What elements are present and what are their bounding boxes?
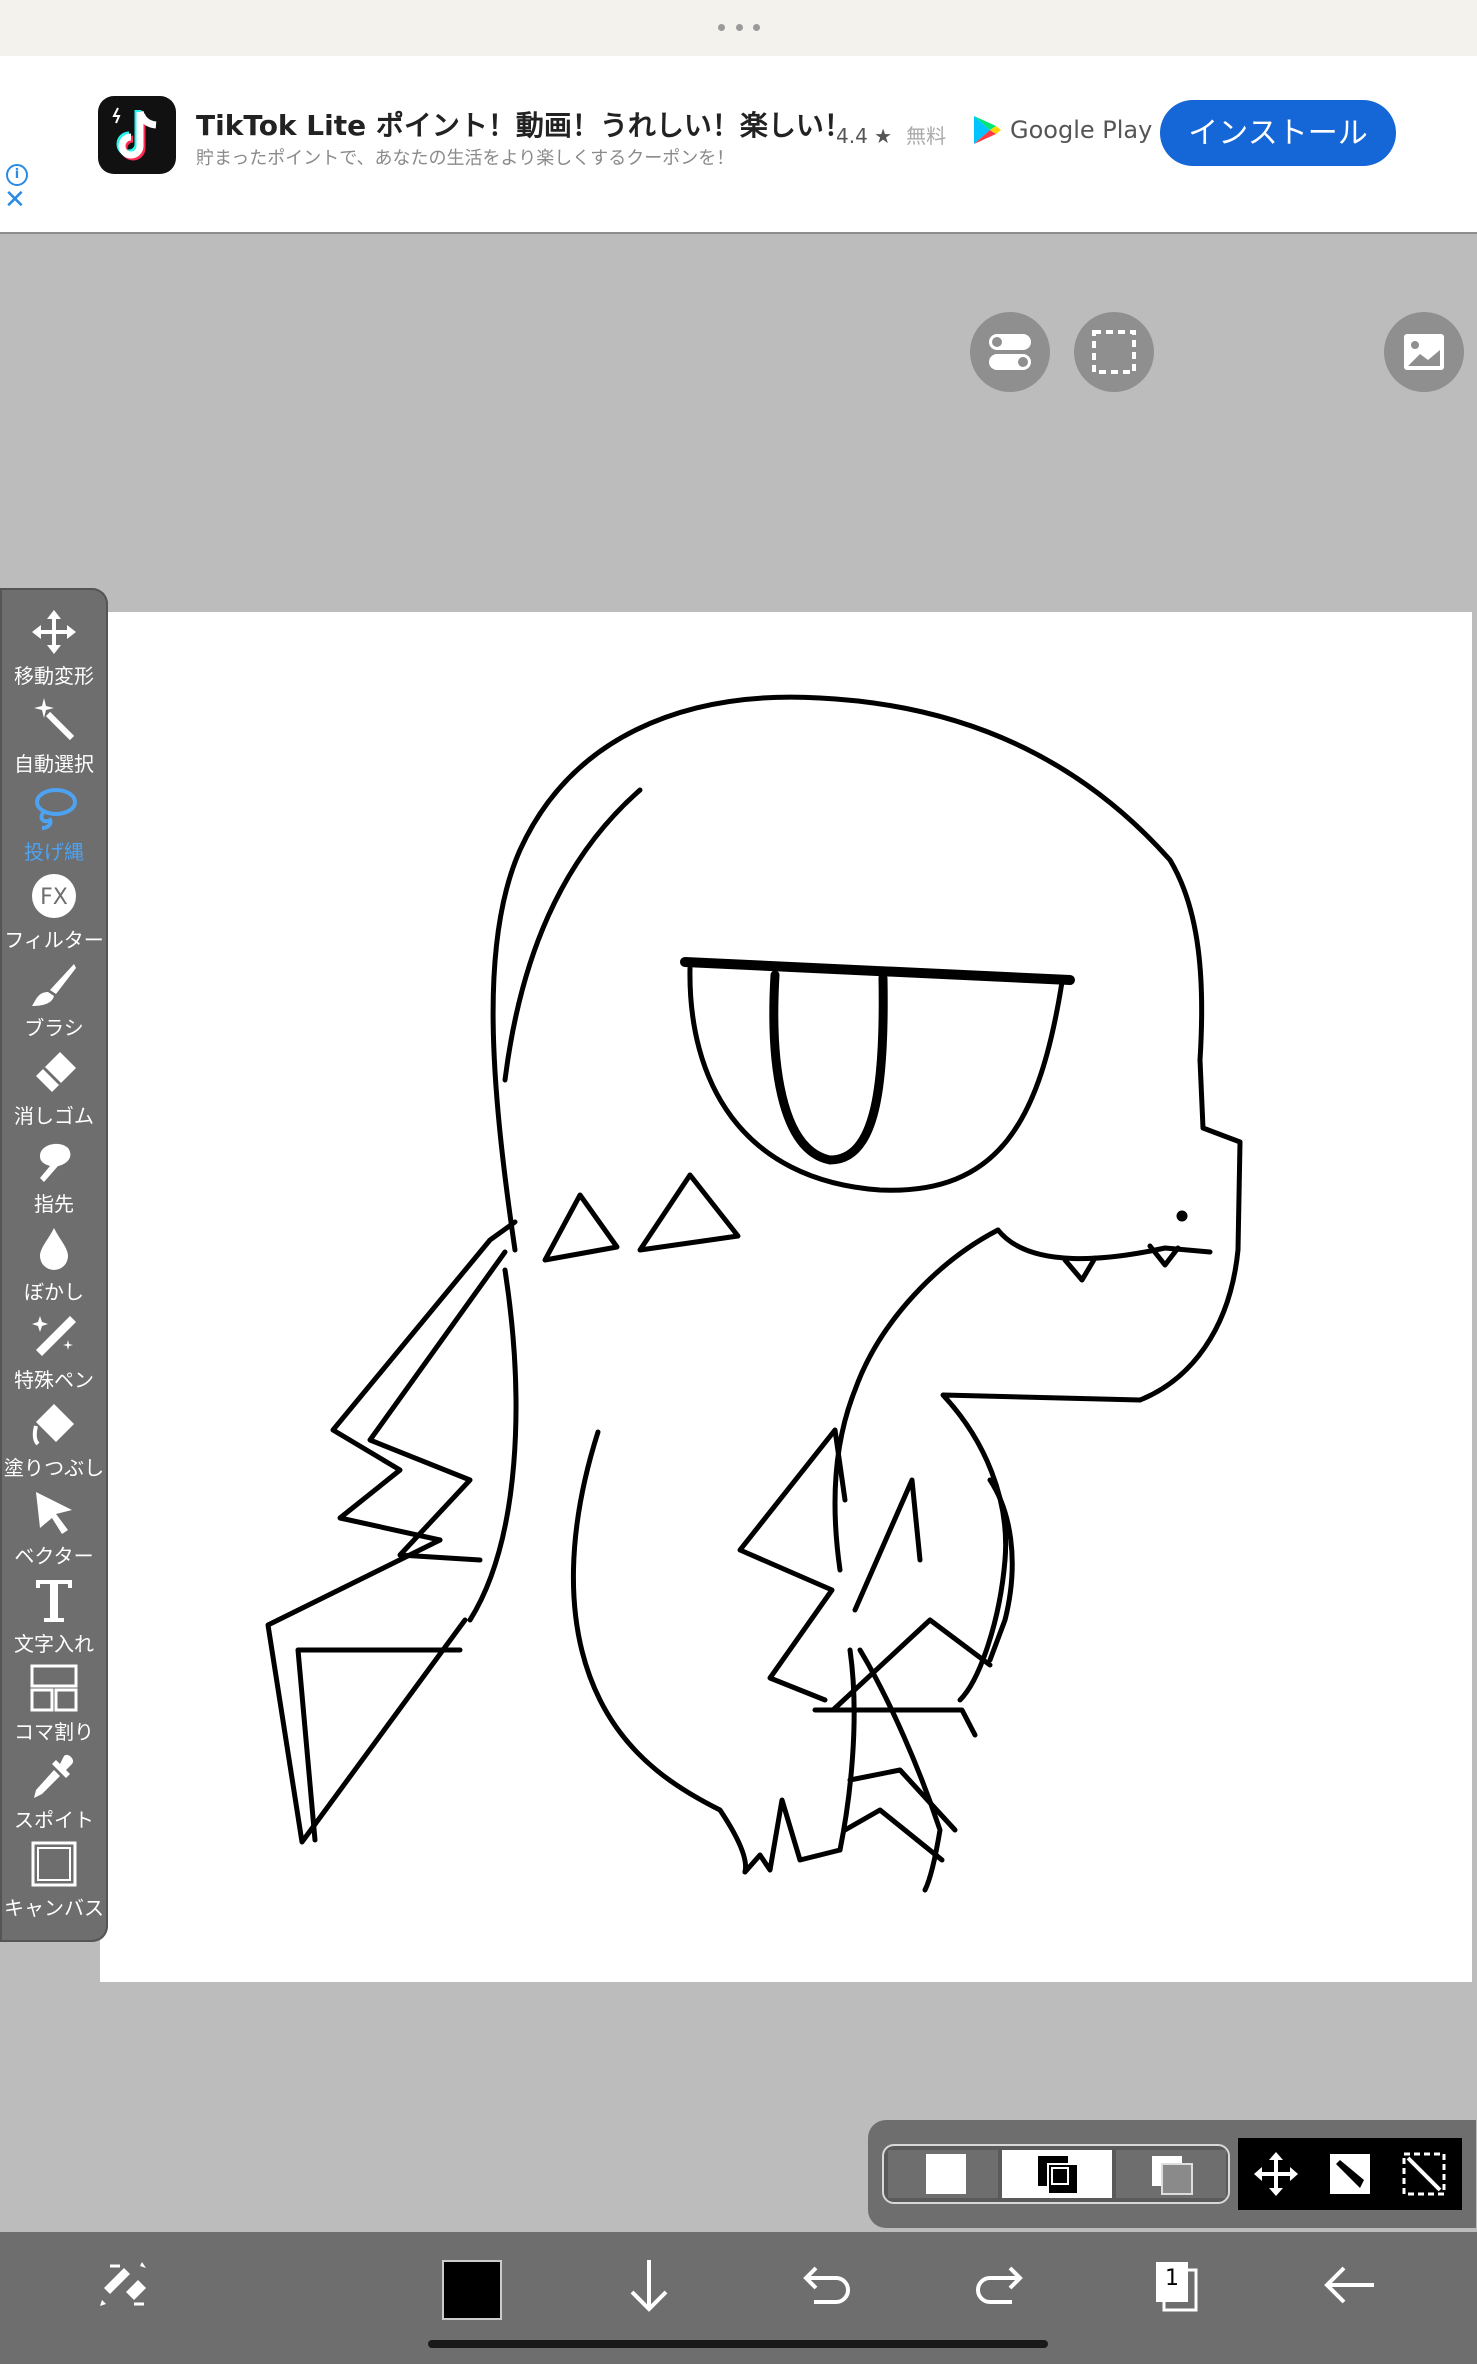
- download-button[interactable]: [616, 2252, 682, 2318]
- redo-icon: [976, 2266, 1023, 2304]
- tool-vector[interactable]: ベクター: [0, 1484, 108, 1572]
- gray-squares-icon: [1152, 2156, 1193, 2195]
- google-play-badge[interactable]: Google Play: [972, 114, 1152, 146]
- tool-label: ベクター: [14, 1544, 94, 1568]
- swap-pen-eraser-icon: [100, 2262, 146, 2306]
- ad-banner[interactable]: i ✕ TikTok Lite ポイント！動画！うれしい！楽しい！ 貯まったポイ…: [0, 56, 1477, 234]
- magic-wand-icon: [34, 698, 75, 741]
- white-square-icon: [926, 2154, 966, 2194]
- lasso-icon: [35, 788, 77, 830]
- redo-button[interactable]: [968, 2252, 1034, 2318]
- tool-label: 消しゴム: [14, 1104, 94, 1128]
- tiktok-logo-icon[interactable]: [98, 96, 176, 174]
- toggle-panels-button[interactable]: [970, 312, 1050, 392]
- drawing-canvas[interactable]: [100, 612, 1472, 1982]
- tool-text[interactable]: 文字入れ: [0, 1572, 108, 1660]
- dashed-selection-icon: [1092, 330, 1136, 374]
- image-icon: [1404, 334, 1444, 370]
- move-cross-icon: [1254, 2152, 1298, 2196]
- tool-label: 自動選択: [14, 752, 94, 776]
- text-t-icon: [36, 1580, 72, 1622]
- ad-rating: 4.4 ★ 無料: [836, 120, 946, 149]
- dinosaur-drawing: [265, 694, 1243, 1893]
- tool-eyedropper[interactable]: スポイト: [0, 1748, 108, 1836]
- top-system-strip: [0, 0, 1477, 56]
- left-toolbar: 移動変形 自動選択 投げ縄 FX フィルター ブラシ 消しゴム 指先 ぼかし 特…: [0, 588, 108, 1942]
- back-button[interactable]: [1318, 2252, 1384, 2318]
- finger-smudge-icon: [40, 1143, 71, 1182]
- tool-label: 投げ縄: [24, 840, 84, 864]
- ad-rating-value: 4.4 ★: [836, 124, 893, 148]
- arrow-left-icon: [1324, 2266, 1374, 2304]
- mode-normal-button[interactable]: [888, 2150, 998, 2198]
- transform-group: [1238, 2138, 1462, 2210]
- tool-panel-layout[interactable]: コマ割り: [0, 1660, 108, 1748]
- transform-layer-button[interactable]: [1326, 2150, 1374, 2198]
- tool-label: 特殊ペン: [14, 1368, 94, 1392]
- tool-label: 指先: [34, 1192, 74, 1216]
- layer-mode-bar: [868, 2120, 1476, 2228]
- tool-label: フィルター: [4, 928, 104, 952]
- eyedropper-icon: [34, 1754, 74, 1798]
- undo-icon: [803, 2266, 850, 2304]
- brush-icon: [32, 964, 76, 1006]
- vector-cursor-icon: [36, 1492, 72, 1534]
- svg-text:FX: FX: [40, 885, 68, 910]
- transform-box-icon: [1330, 2154, 1370, 2194]
- install-button[interactable]: インストール: [1160, 100, 1396, 166]
- google-play-label: Google Play: [1010, 116, 1153, 144]
- tool-filter[interactable]: FX フィルター: [0, 868, 108, 956]
- tool-auto-select[interactable]: 自動選択: [0, 692, 108, 780]
- arrow-down-icon: [630, 2260, 668, 2312]
- tool-label: スポイト: [14, 1808, 94, 1832]
- tool-label: ぼかし: [24, 1280, 84, 1304]
- tool-label: ブラシ: [24, 1016, 84, 1040]
- tool-finger-smudge[interactable]: 指先: [0, 1132, 108, 1220]
- tool-eraser[interactable]: 消しゴム: [0, 1044, 108, 1132]
- canvas-icon: [31, 1841, 77, 1887]
- layers-button[interactable]: 1: [1142, 2252, 1208, 2318]
- fx-icon: FX: [32, 874, 76, 918]
- eraser-icon: [36, 1052, 76, 1092]
- selection-button[interactable]: [1074, 312, 1154, 392]
- layer-count: 1: [1165, 2266, 1179, 2291]
- special-pen-icon: [32, 1316, 76, 1356]
- tool-label: キャンバス: [4, 1896, 104, 1920]
- color-swatch-button[interactable]: [442, 2260, 502, 2320]
- tool-label: 文字入れ: [14, 1632, 94, 1656]
- move-arrows-icon: [32, 610, 76, 654]
- tool-fill[interactable]: 塗りつぶし: [0, 1396, 108, 1484]
- tool-label: コマ割り: [14, 1720, 94, 1744]
- fill-bucket-icon: [32, 1404, 74, 1446]
- tool-brush[interactable]: ブラシ: [0, 956, 108, 1044]
- ad-info-icon[interactable]: i: [6, 164, 28, 186]
- tool-label: 移動変形: [14, 664, 94, 688]
- panel-layout-icon: [30, 1664, 78, 1712]
- mode-lock-button[interactable]: [1116, 2150, 1226, 2198]
- undo-button[interactable]: [792, 2252, 858, 2318]
- tool-move-transform[interactable]: 移動変形: [0, 604, 108, 692]
- home-indicator[interactable]: [428, 2340, 1048, 2348]
- draw-mode-group: [882, 2144, 1230, 2204]
- tool-label: 塗りつぶし: [3, 1456, 105, 1480]
- mode-clip-button[interactable]: [1002, 2150, 1112, 2198]
- multitask-dots[interactable]: [718, 24, 760, 32]
- ad-subtitle: 貯まったポイントで、あなたの生活をより楽しくするクーポンを！: [196, 148, 735, 169]
- image-gallery-button[interactable]: [1384, 312, 1464, 392]
- blur-drop-icon: [40, 1228, 68, 1270]
- ad-close-icon[interactable]: ✕: [4, 186, 26, 214]
- tool-switch-button[interactable]: [90, 2252, 156, 2318]
- overlap-squares-icon: [1038, 2156, 1079, 2195]
- free-transform-button[interactable]: [1400, 2150, 1448, 2198]
- tool-special-pen[interactable]: 特殊ペン: [0, 1308, 108, 1396]
- google-play-icon: [974, 116, 1001, 144]
- ad-title[interactable]: TikTok Lite ポイント！動画！うれしい！楽しい！: [196, 104, 852, 144]
- tool-blur[interactable]: ぼかし: [0, 1220, 108, 1308]
- toggle-switch-icon: [989, 334, 1031, 370]
- move-layer-button[interactable]: [1252, 2150, 1300, 2198]
- tool-lasso[interactable]: 投げ縄: [0, 780, 108, 868]
- dashed-transform-icon: [1402, 2152, 1446, 2196]
- tool-canvas[interactable]: キャンバス: [0, 1836, 108, 1924]
- ad-price: 無料: [906, 124, 947, 148]
